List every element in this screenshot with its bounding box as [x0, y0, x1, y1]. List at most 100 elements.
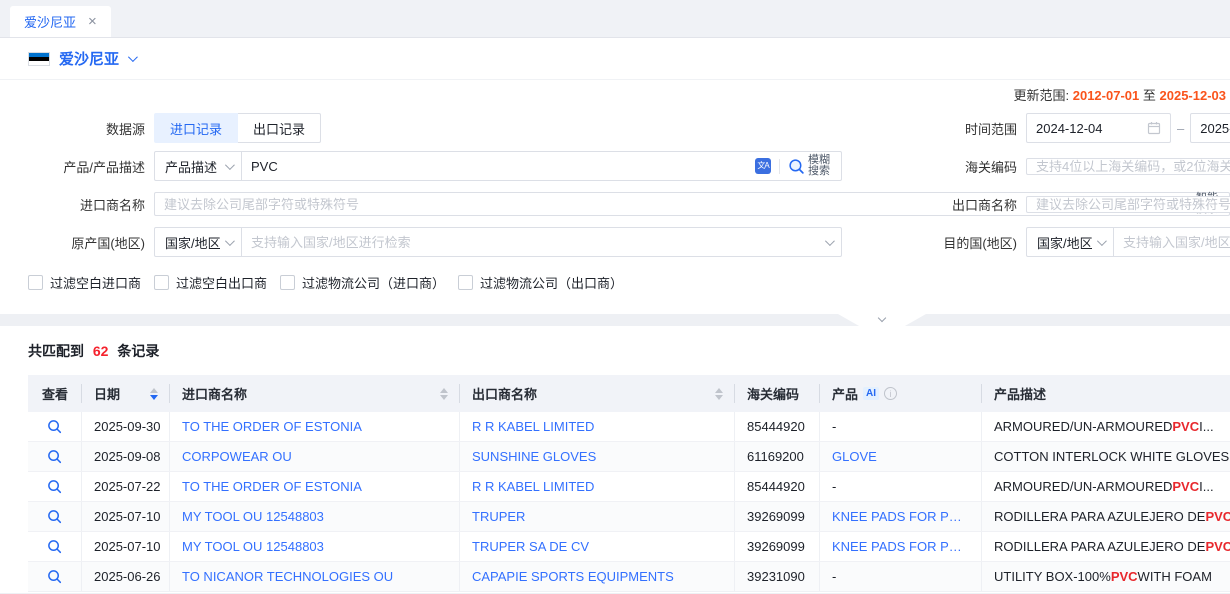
search-icon: [788, 158, 805, 175]
exporter-link[interactable]: R R KABEL LIMITED: [472, 419, 594, 434]
importer-link[interactable]: TO NICANOR TECHNOLOGIES OU: [182, 569, 393, 584]
exporter-link[interactable]: R R KABEL LIMITED: [472, 479, 594, 494]
importer-link[interactable]: CORPOWEAR OU: [182, 449, 292, 464]
col-header-importer[interactable]: 进口商名称: [170, 375, 460, 412]
row-product: -: [832, 569, 836, 584]
exporter-input[interactable]: [1036, 197, 1230, 212]
date-start-input[interactable]: 2024-12-04: [1026, 113, 1171, 143]
product-link[interactable]: KNEE PADS FOR PVC T...: [832, 539, 969, 554]
datasource-toggle: 进口记录 出口记录: [154, 113, 321, 143]
filter-checkbox-row: 过滤空白进口商 过滤空白出口商 过滤物流公司（进口商） 过滤物流公司（出口商）: [28, 273, 1230, 292]
time-range-group: 时间范围 2024-12-04 – 2025-12-03: [905, 113, 1230, 143]
date-start-value: 2024-12-04: [1036, 121, 1141, 136]
hs-code-label: 海关编码: [905, 157, 1017, 176]
filter-row-importer: 进口商名称 文A 智能搜索 出口商名称: [28, 189, 1230, 219]
row-product-cell: GLOVE: [820, 442, 982, 471]
product-type-select[interactable]: 产品描述: [154, 151, 242, 181]
info-icon[interactable]: i: [884, 387, 897, 400]
filter-row-datasource: 数据源 进口记录 出口记录 时间范围 2024-12-04 – 2025-12-…: [28, 113, 1230, 143]
fuzzy-search-button[interactable]: 模糊搜索: [788, 155, 832, 177]
col-header-product-label: 产品: [832, 384, 858, 403]
close-icon[interactable]: ×: [88, 14, 97, 29]
update-range-start: 2012-07-01: [1073, 88, 1140, 103]
datasource-label: 数据源: [28, 119, 145, 138]
row-hs-code: 39231090: [735, 562, 820, 591]
filter-checkbox-logistics-importer[interactable]: 过滤物流公司（进口商）: [280, 273, 445, 292]
exporter-label: 出口商名称: [905, 195, 1017, 214]
exporter-link[interactable]: CAPAPIE SPORTS EQUIPMENTS: [472, 569, 674, 584]
view-record-button[interactable]: [28, 442, 82, 471]
summary-prefix: 共匹配到: [28, 343, 84, 359]
sort-icon-date[interactable]: [150, 388, 158, 400]
checkbox-icon[interactable]: [458, 275, 473, 290]
hs-code-group: 海关编码: [905, 151, 1230, 181]
filter-row-origin: 原产国(地区) 国家/地区 目的国(地区) 国家/地区: [28, 227, 1230, 257]
col-header-view: 查看: [28, 375, 82, 412]
table-row: 2025-09-30 TO THE ORDER OF ESTONIA R R KAB…: [28, 412, 1230, 442]
time-range-label: 时间范围: [905, 119, 1017, 138]
destination-type-select[interactable]: 国家/地区: [1026, 227, 1114, 257]
checkbox-icon[interactable]: [28, 275, 43, 290]
destination-type-value: 国家/地区: [1037, 233, 1093, 252]
filter-checkbox-blank-importer[interactable]: 过滤空白进口商: [28, 273, 141, 292]
origin-input-wrap: [241, 227, 842, 257]
chevron-down-icon[interactable]: [128, 52, 138, 62]
importer-link[interactable]: MY TOOL OU 12548803: [182, 539, 324, 554]
desc-text: ARMOURED/UN-ARMOURED: [994, 479, 1172, 494]
product-input-wrap: 文A 模糊搜索: [241, 151, 842, 181]
col-header-date[interactable]: 日期: [82, 375, 170, 412]
filter-panel: 更新范围: 2012-07-01 至 2025-12-03 数据源 进口记录 出…: [0, 80, 1230, 314]
table-body: 2025-09-30 TO THE ORDER OF ESTONIA R R KAB…: [28, 412, 1230, 592]
hs-code-input-wrap: [1026, 158, 1230, 175]
importer-link[interactable]: MY TOOL OU 12548803: [182, 509, 324, 524]
desc-highlight: PVC: [1205, 509, 1230, 524]
exporter-link[interactable]: TRUPER SA DE CV: [472, 539, 589, 554]
row-product-cell: -: [820, 562, 982, 591]
view-record-button[interactable]: [28, 532, 82, 561]
importer-link[interactable]: TO THE ORDER OF ESTONIA: [182, 419, 362, 434]
col-header-exporter-label: 出口商名称: [472, 384, 537, 403]
view-record-button[interactable]: [28, 502, 82, 531]
row-date: 2025-09-08: [82, 442, 170, 471]
hs-code-input[interactable]: [1036, 159, 1230, 174]
search-icon: [47, 449, 62, 464]
origin-input[interactable]: [251, 235, 817, 250]
origin-type-select[interactable]: 国家/地区: [154, 227, 242, 257]
importer-link[interactable]: TO THE ORDER OF ESTONIA: [182, 479, 362, 494]
exporter-link[interactable]: SUNSHINE GLOVES: [472, 449, 596, 464]
chevron-down-icon: [878, 314, 886, 322]
view-record-button[interactable]: [28, 562, 82, 591]
destination-input[interactable]: [1123, 235, 1230, 250]
product-link[interactable]: KNEE PADS FOR PVC T...: [832, 509, 969, 524]
desc-text: COTTON INTERLOCK WHITE GLOVES...: [994, 449, 1230, 464]
date-end-value: 2025-12-03: [1200, 121, 1230, 136]
checkbox-icon[interactable]: [154, 275, 169, 290]
export-records-option[interactable]: 出口记录: [237, 113, 321, 143]
row-hs-code: 61169200: [735, 442, 820, 471]
destination-group: 目的国(地区) 国家/地区: [905, 227, 1230, 257]
results-count: 62: [93, 343, 109, 359]
sort-icon-exporter[interactable]: [715, 388, 723, 400]
desc-text: WITH FOAM: [1138, 569, 1212, 584]
exporter-link[interactable]: TRUPER: [472, 509, 525, 524]
col-header-importer-label: 进口商名称: [182, 384, 247, 403]
filter-checkbox-logistics-exporter[interactable]: 过滤物流公司（出口商）: [458, 273, 623, 292]
country-header: 爱沙尼亚: [0, 38, 1230, 80]
import-records-option[interactable]: 进口记录: [154, 113, 238, 143]
translate-icon[interactable]: 文A: [755, 158, 771, 174]
date-end-input[interactable]: 2025-12-03: [1190, 113, 1230, 143]
row-date: 2025-09-30: [82, 412, 170, 441]
product-link[interactable]: GLOVE: [832, 449, 877, 464]
filter-checkbox-blank-exporter[interactable]: 过滤空白出口商: [154, 273, 267, 292]
view-record-button[interactable]: [28, 412, 82, 441]
sort-icon-importer[interactable]: [440, 388, 448, 400]
row-product-desc: RODILLERA PARA AZULEJERO DE PVC: [982, 532, 1230, 561]
checkbox-icon[interactable]: [280, 275, 295, 290]
view-record-button[interactable]: [28, 472, 82, 501]
col-header-exporter[interactable]: 出口商名称: [460, 375, 735, 412]
tab-estonia[interactable]: 爱沙尼亚 ×: [10, 6, 111, 37]
row-product: -: [832, 479, 836, 494]
row-product-cell: KNEE PADS FOR PVC T...: [820, 502, 982, 531]
results-panel: 共匹配到 62 条记录 查看 日期 进口商名称 出口商名称 海关编码: [0, 326, 1230, 593]
product-input[interactable]: [251, 159, 747, 174]
